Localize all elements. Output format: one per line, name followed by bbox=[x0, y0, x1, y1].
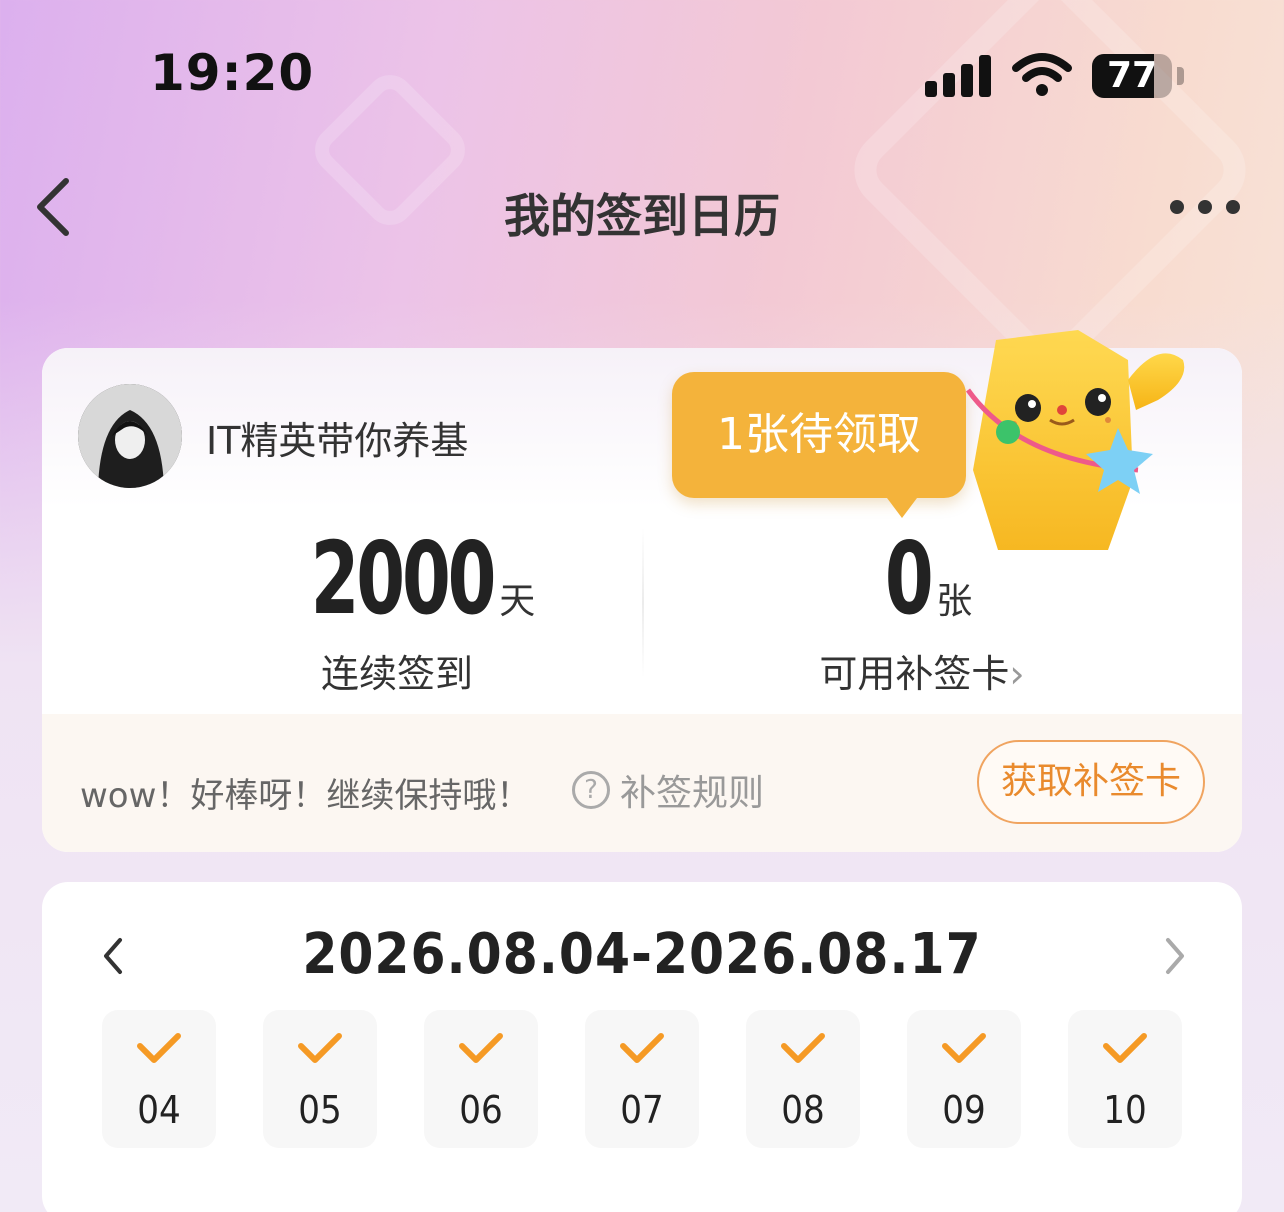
question-icon: ? bbox=[572, 771, 610, 809]
day-cell[interactable]: 10 bbox=[1068, 1010, 1182, 1148]
card-footer: wow！好棒呀！继续保持哦！ ? 补签规则 获取补签卡 bbox=[42, 714, 1242, 852]
encourage-text: wow！好棒呀！继续保持哦！ bbox=[80, 776, 531, 816]
pending-claim-tooltip[interactable]: 1张待领取 bbox=[672, 372, 966, 498]
stat-divider bbox=[642, 528, 644, 678]
battery-level: 77 bbox=[1106, 55, 1158, 96]
day-cell[interactable]: 06 bbox=[424, 1010, 538, 1148]
streak-days-value: 2000 bbox=[310, 520, 496, 637]
signal-icon bbox=[925, 55, 991, 97]
day-cell[interactable]: 04 bbox=[102, 1010, 216, 1148]
streak-stat: 2000 天 连续签到 bbox=[242, 520, 552, 698]
dot bbox=[1170, 200, 1184, 214]
day-number: 04 bbox=[137, 1088, 181, 1132]
checkmark-icon bbox=[942, 1033, 986, 1063]
day-number: 05 bbox=[298, 1088, 342, 1132]
mascot-icon bbox=[965, 330, 1185, 550]
page-title: 我的签到日历 bbox=[504, 189, 780, 243]
battery-cap bbox=[1177, 67, 1184, 85]
day-cell[interactable]: 08 bbox=[746, 1010, 860, 1148]
day-number: 09 bbox=[942, 1088, 986, 1132]
checkmark-icon bbox=[137, 1033, 181, 1063]
makeup-cards-link[interactable]: 可用补签卡› bbox=[742, 643, 1102, 698]
streak-label: 连续签到 bbox=[320, 652, 473, 696]
checkmark-icon bbox=[298, 1033, 342, 1063]
streak-unit: 天 bbox=[499, 581, 536, 622]
makeup-cards-unit: 张 bbox=[936, 581, 973, 622]
checkmark-icon bbox=[459, 1033, 503, 1063]
status-time: 19:20 bbox=[150, 44, 315, 102]
date-range: 2026.08.04-2026.08.17 bbox=[302, 922, 982, 987]
makeup-cards-value: 0 bbox=[884, 520, 934, 637]
day-number: 07 bbox=[620, 1088, 664, 1132]
chevron-right-icon: › bbox=[1009, 652, 1025, 696]
day-cell[interactable]: 07 bbox=[585, 1010, 699, 1148]
day-cell[interactable]: 05 bbox=[263, 1010, 377, 1148]
day-number: 06 bbox=[459, 1088, 503, 1132]
day-number: 10 bbox=[1103, 1088, 1147, 1132]
more-options-button[interactable] bbox=[1170, 196, 1240, 218]
checkmark-icon bbox=[620, 1033, 664, 1063]
calendar-card: 2026.08.04-2026.08.17 04 05 06 07 08 09 10 bbox=[42, 882, 1242, 1212]
day-cell[interactable]: 09 bbox=[907, 1010, 1021, 1148]
battery-icon: 77 bbox=[1092, 54, 1172, 98]
next-week-button[interactable] bbox=[1154, 934, 1194, 978]
dot bbox=[1226, 200, 1240, 214]
username: IT精英带你养基 bbox=[206, 419, 469, 463]
avatar[interactable] bbox=[78, 384, 182, 488]
wifi-icon bbox=[1012, 53, 1072, 96]
dot bbox=[1198, 200, 1212, 214]
tooltip-tail bbox=[884, 494, 920, 518]
rules-label: 补签规则 bbox=[620, 773, 765, 814]
checkmark-icon bbox=[1103, 1033, 1147, 1063]
makeup-cards-label: 可用补签卡 bbox=[819, 652, 1010, 696]
day-number: 08 bbox=[781, 1088, 825, 1132]
avatar-image bbox=[78, 384, 182, 488]
rules-link[interactable]: ? 补签规则 bbox=[572, 764, 764, 816]
checkmark-icon bbox=[781, 1033, 825, 1063]
get-makeup-card-button[interactable]: 获取补签卡 bbox=[977, 740, 1205, 824]
